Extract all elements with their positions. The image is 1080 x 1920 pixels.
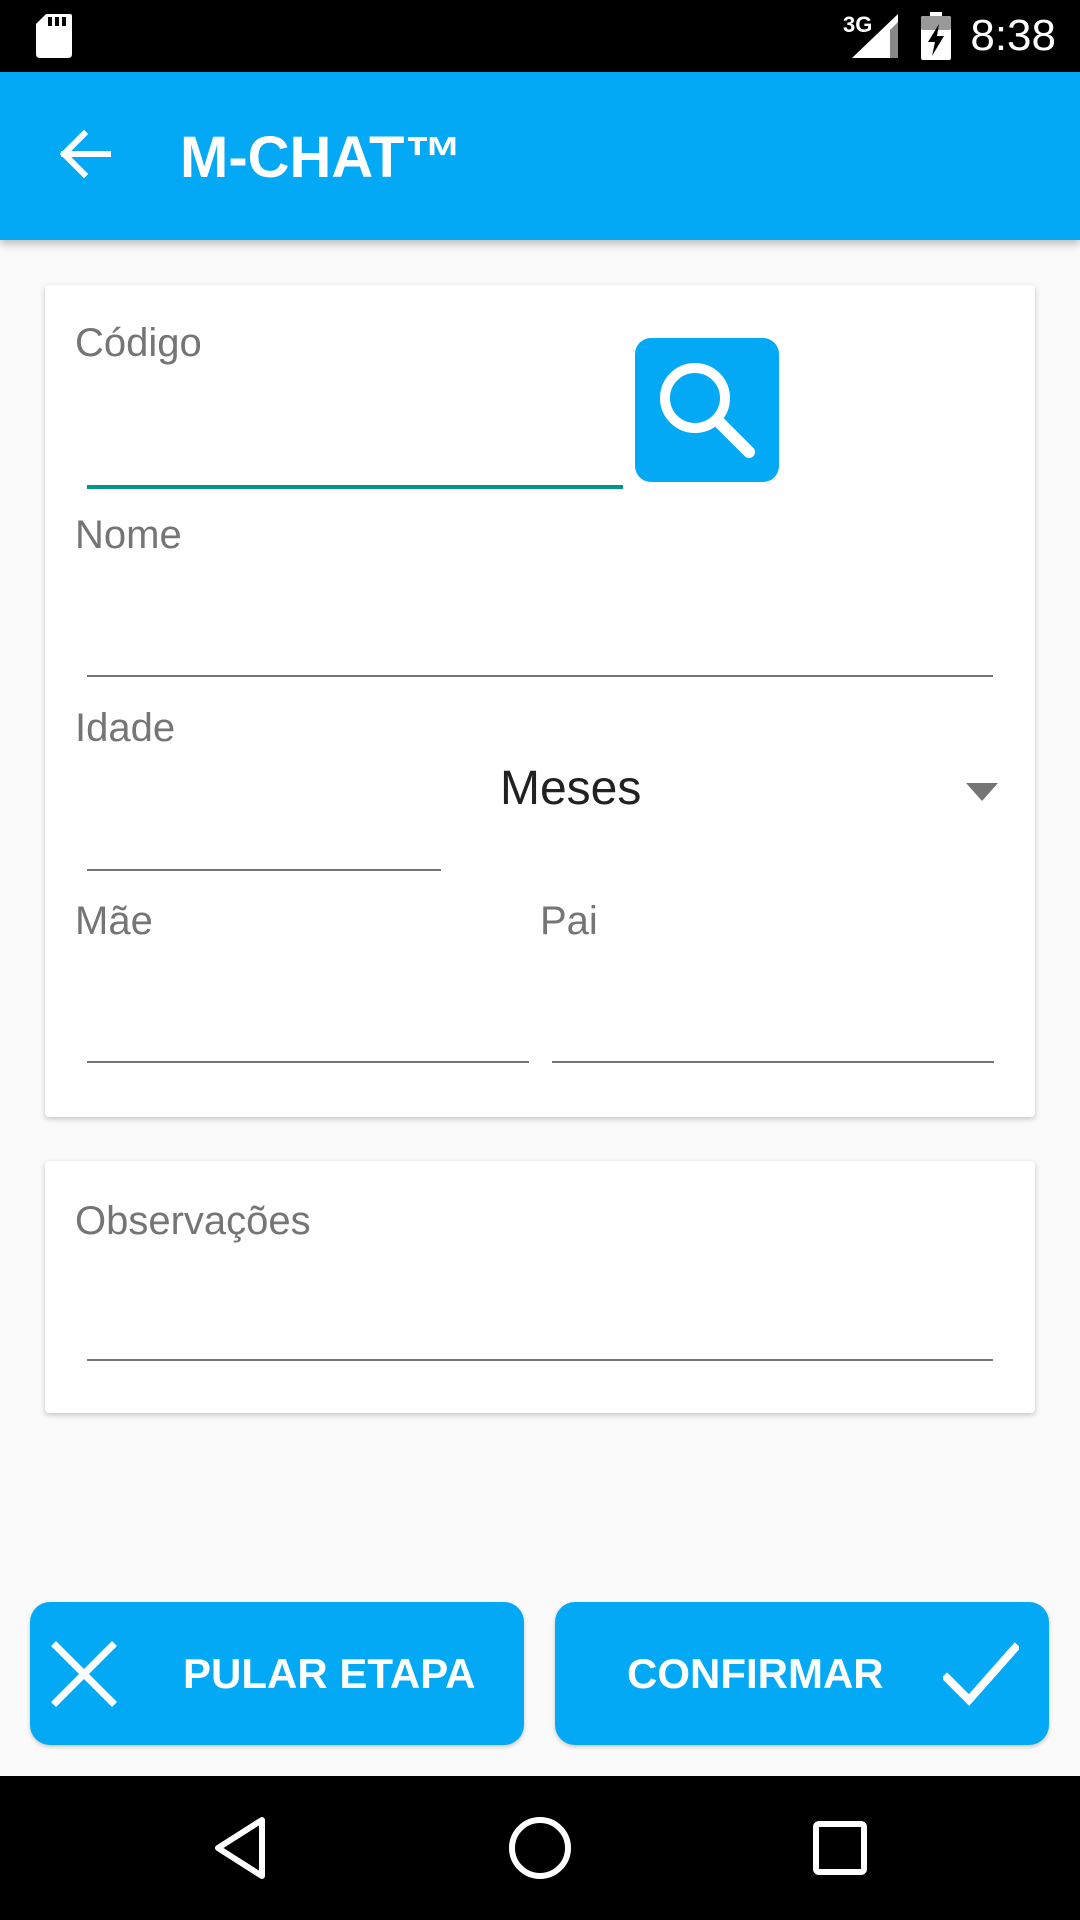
idade-label: Idade [75, 706, 176, 750]
sd-card-icon [36, 14, 72, 63]
pai-label: Pai [540, 899, 598, 943]
mae-label: Mãe [75, 899, 153, 943]
age-unit-value: Meses [500, 762, 642, 815]
close-icon [50, 1640, 118, 1713]
notes-card: Observações [45, 1161, 1035, 1413]
skip-step-label: PULAR ETAPA [183, 1650, 476, 1697]
app-bar: M-CHAT™ [0, 72, 1080, 240]
age-unit-select[interactable]: Meses [500, 755, 1010, 825]
clock-time: 8:38 [970, 11, 1056, 60]
signal-icon [852, 14, 898, 63]
idade-input[interactable] [87, 779, 441, 871]
codigo-label: Código [75, 321, 202, 365]
skip-step-button[interactable]: PULAR ETAPA [30, 1602, 524, 1745]
battery-charging-icon [920, 12, 952, 65]
nav-home-icon[interactable] [506, 1814, 574, 1887]
nome-label: Nome [75, 513, 182, 557]
system-nav-bar [0, 1776, 1080, 1920]
patient-form-card: Código Nome Idade Meses Mãe Pai [45, 285, 1035, 1117]
check-icon [941, 1640, 1021, 1713]
observacoes-input[interactable] [87, 1269, 993, 1361]
status-bar: 3G 8:38 [0, 0, 1080, 72]
nome-input[interactable] [87, 585, 993, 677]
codigo-input[interactable] [87, 395, 623, 489]
mae-input[interactable] [87, 971, 529, 1063]
observacoes-label: Observações [75, 1199, 311, 1243]
dropdown-arrow-icon [966, 783, 998, 806]
confirm-label: CONFIRMAR [627, 1650, 884, 1697]
search-icon [660, 363, 755, 458]
confirm-button[interactable]: CONFIRMAR [555, 1602, 1049, 1745]
nav-back-icon[interactable] [212, 1814, 268, 1887]
search-button[interactable] [635, 338, 779, 482]
pai-input[interactable] [552, 971, 994, 1063]
nav-recents-icon[interactable] [812, 1814, 868, 1887]
arrow-back-icon[interactable] [56, 126, 112, 187]
app-title: M-CHAT™ [180, 125, 463, 190]
